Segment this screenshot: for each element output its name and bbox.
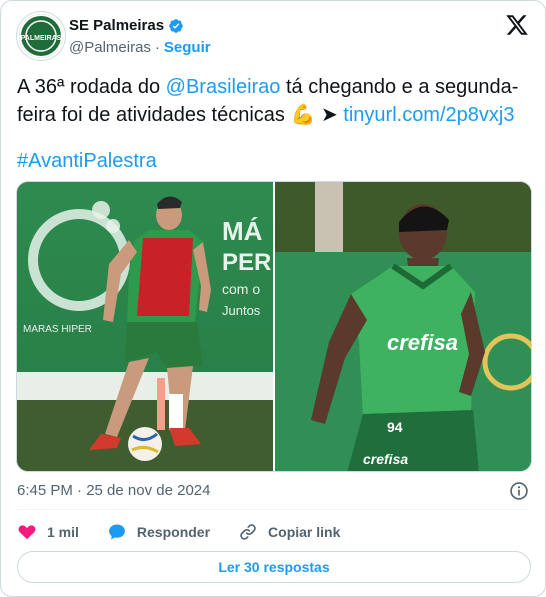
heart-icon: [18, 525, 36, 540]
info-icon[interactable]: [509, 481, 529, 501]
handle-separator: ·: [154, 39, 160, 56]
reply-label: Responder: [136, 524, 211, 540]
verified-badge-icon: [169, 18, 183, 33]
shorts-sponsor-text: crefisa: [363, 451, 408, 467]
like-button[interactable]: 1 mil: [17, 522, 79, 542]
x-logo-icon[interactable]: [505, 13, 529, 37]
like-count: 1 mil: [47, 524, 79, 540]
link-icon: [240, 524, 256, 540]
palmeiras-crest-icon: PALMEIRAS: [19, 14, 63, 58]
media-grid: MÁ PER com o Juntos MARAS HIPER crefisa …: [16, 181, 532, 472]
author-display-name[interactable]: SE Palmeiras: [69, 17, 164, 34]
author-handle-row: @Palmeiras · Seguir: [69, 39, 211, 56]
reply-button[interactable]: Responder: [107, 522, 210, 542]
avatar[interactable]: PALMEIRAS: [17, 12, 65, 60]
mention-link[interactable]: @Brasileirao: [166, 76, 281, 98]
tweet-url-link[interactable]: tinyurl.com/2p8vxj3: [343, 104, 514, 126]
banner-text: Juntos: [222, 303, 261, 318]
tweet-timestamp[interactable]: 6:45 PM · 25 de nov de 2024: [17, 482, 210, 499]
action-bar: 1 mil Responder Copiar link: [17, 519, 368, 545]
hashtag-line: #AvantiPalestra: [17, 147, 157, 175]
copy-link-label: Copiar link: [268, 524, 341, 540]
banner-text: PER: [222, 249, 271, 276]
hashtag-link[interactable]: #AvantiPalestra: [17, 150, 157, 172]
tweet-card: PALMEIRAS SE Palmeiras @Palmeiras · Segu…: [0, 0, 546, 597]
author-name-row: SE Palmeiras: [69, 17, 184, 34]
divider: [17, 509, 529, 510]
follow-button[interactable]: Seguir: [164, 39, 211, 56]
copy-link-button[interactable]: Copiar link: [238, 522, 340, 542]
photo-player-running[interactable]: crefisa crefisa 94: [275, 182, 531, 471]
tweet-text: A 36ª rodada do @Brasileirao tá chegando…: [17, 73, 527, 129]
read-replies-button[interactable]: Ler 30 respostas: [17, 551, 531, 583]
arrow-glyph: ➤: [315, 104, 344, 126]
tweet-text-part: A 36ª rodada do: [17, 76, 166, 98]
shorts-number-text: 94: [387, 419, 403, 435]
photo-player-dribbling[interactable]: MÁ PER com o Juntos MARAS HIPER: [17, 182, 273, 471]
reply-bubble-icon: [108, 524, 125, 540]
player-dribbling-image: MÁ PER com o Juntos MARAS HIPER: [17, 182, 273, 471]
author-handle[interactable]: @Palmeiras: [69, 39, 151, 56]
player-running-image: crefisa crefisa 94: [275, 182, 531, 471]
banner-text: com o: [222, 281, 260, 297]
flexed-biceps-emoji: 💪: [290, 104, 316, 126]
jersey-sponsor-text: crefisa: [387, 330, 458, 355]
banner-text: MARAS HIPER: [23, 324, 92, 335]
svg-text:PALMEIRAS: PALMEIRAS: [21, 35, 62, 42]
banner-text: MÁ: [222, 216, 263, 246]
